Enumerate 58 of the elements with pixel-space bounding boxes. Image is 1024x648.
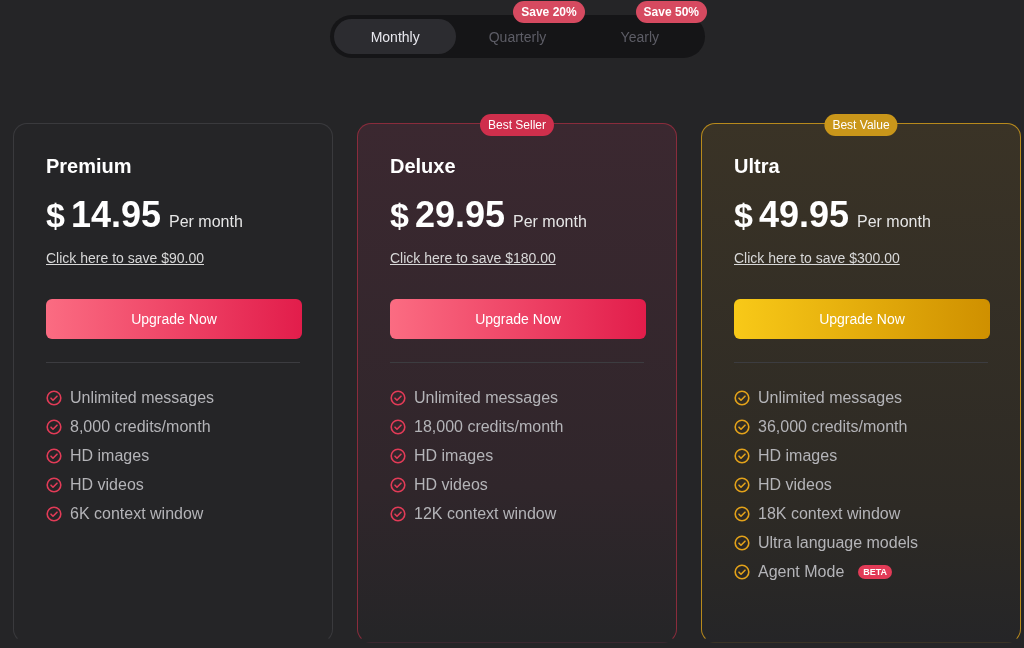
check-circle-icon	[734, 477, 750, 493]
check-circle-icon	[390, 506, 406, 522]
beta-badge: BETA	[858, 565, 893, 579]
plan-badge: Best Seller	[480, 114, 554, 136]
feature-text: HD videos	[414, 476, 488, 494]
check-circle-icon	[734, 419, 750, 435]
plan-name: Premium	[46, 155, 133, 178]
check-circle-icon	[734, 506, 750, 522]
currency-symbol: $	[390, 196, 409, 235]
feature-text: 12K context window	[414, 505, 557, 523]
feature-text: HD videos	[758, 476, 832, 494]
plan-price: 14.95	[70, 194, 161, 236]
plan-name: Deluxe	[390, 155, 457, 178]
plan-price: 29.95	[414, 194, 505, 236]
check-circle-icon	[390, 419, 406, 435]
feature-text: HD images	[414, 447, 494, 465]
feature-text: Unlimited messages	[414, 389, 559, 407]
check-circle-icon	[734, 390, 750, 406]
feature-text: 18,000 credits/month	[414, 418, 564, 436]
check-circle-icon	[46, 477, 62, 493]
save-link[interactable]: Click here to save $300.00	[734, 250, 900, 266]
check-circle-icon	[390, 477, 406, 493]
check-circle-icon	[734, 448, 750, 464]
check-circle-icon	[46, 506, 62, 522]
feature-text: Agent Mode	[758, 563, 845, 581]
feature-text: 6K context window	[70, 505, 204, 523]
feature-text: Unlimited messages	[758, 389, 903, 407]
discount-badge: Save 20%	[513, 1, 585, 23]
check-circle-icon	[390, 448, 406, 464]
check-circle-icon	[46, 419, 62, 435]
price-period: Per month	[513, 213, 587, 231]
feature-text: 36,000 credits/month	[758, 418, 908, 436]
check-circle-icon	[734, 535, 750, 551]
check-circle-icon	[46, 448, 62, 464]
upgrade-button[interactable]: Upgrade Now	[390, 299, 646, 339]
feature-text: HD images	[70, 447, 150, 465]
save-link[interactable]: Click here to save $180.00	[390, 250, 556, 266]
feature-text: HD images	[758, 447, 838, 465]
plan-name: Ultra	[734, 155, 781, 178]
feature-text: HD videos	[70, 476, 144, 494]
save-link[interactable]: Click here to save $90.00	[46, 250, 204, 266]
upgrade-button[interactable]: Upgrade Now	[46, 299, 302, 339]
feature-text: 18K context window	[758, 505, 901, 523]
price-period: Per month	[857, 213, 931, 231]
plan-badge: Best Value	[824, 114, 898, 136]
plan-price: 49.95	[758, 194, 849, 236]
check-circle-icon	[390, 390, 406, 406]
upgrade-button[interactable]: Upgrade Now	[734, 299, 990, 339]
feature-text: 8,000 credits/month	[70, 418, 211, 436]
price-period: Per month	[169, 213, 243, 231]
billing-tab[interactable]: Monthly	[334, 19, 457, 54]
currency-symbol: $	[734, 196, 753, 235]
feature-text: Unlimited messages	[70, 389, 215, 407]
discount-badge: Save 50%	[635, 1, 707, 23]
currency-symbol: $	[46, 196, 65, 235]
feature-text: Ultra language models	[758, 534, 919, 552]
check-circle-icon	[46, 390, 62, 406]
check-circle-icon	[734, 564, 750, 580]
